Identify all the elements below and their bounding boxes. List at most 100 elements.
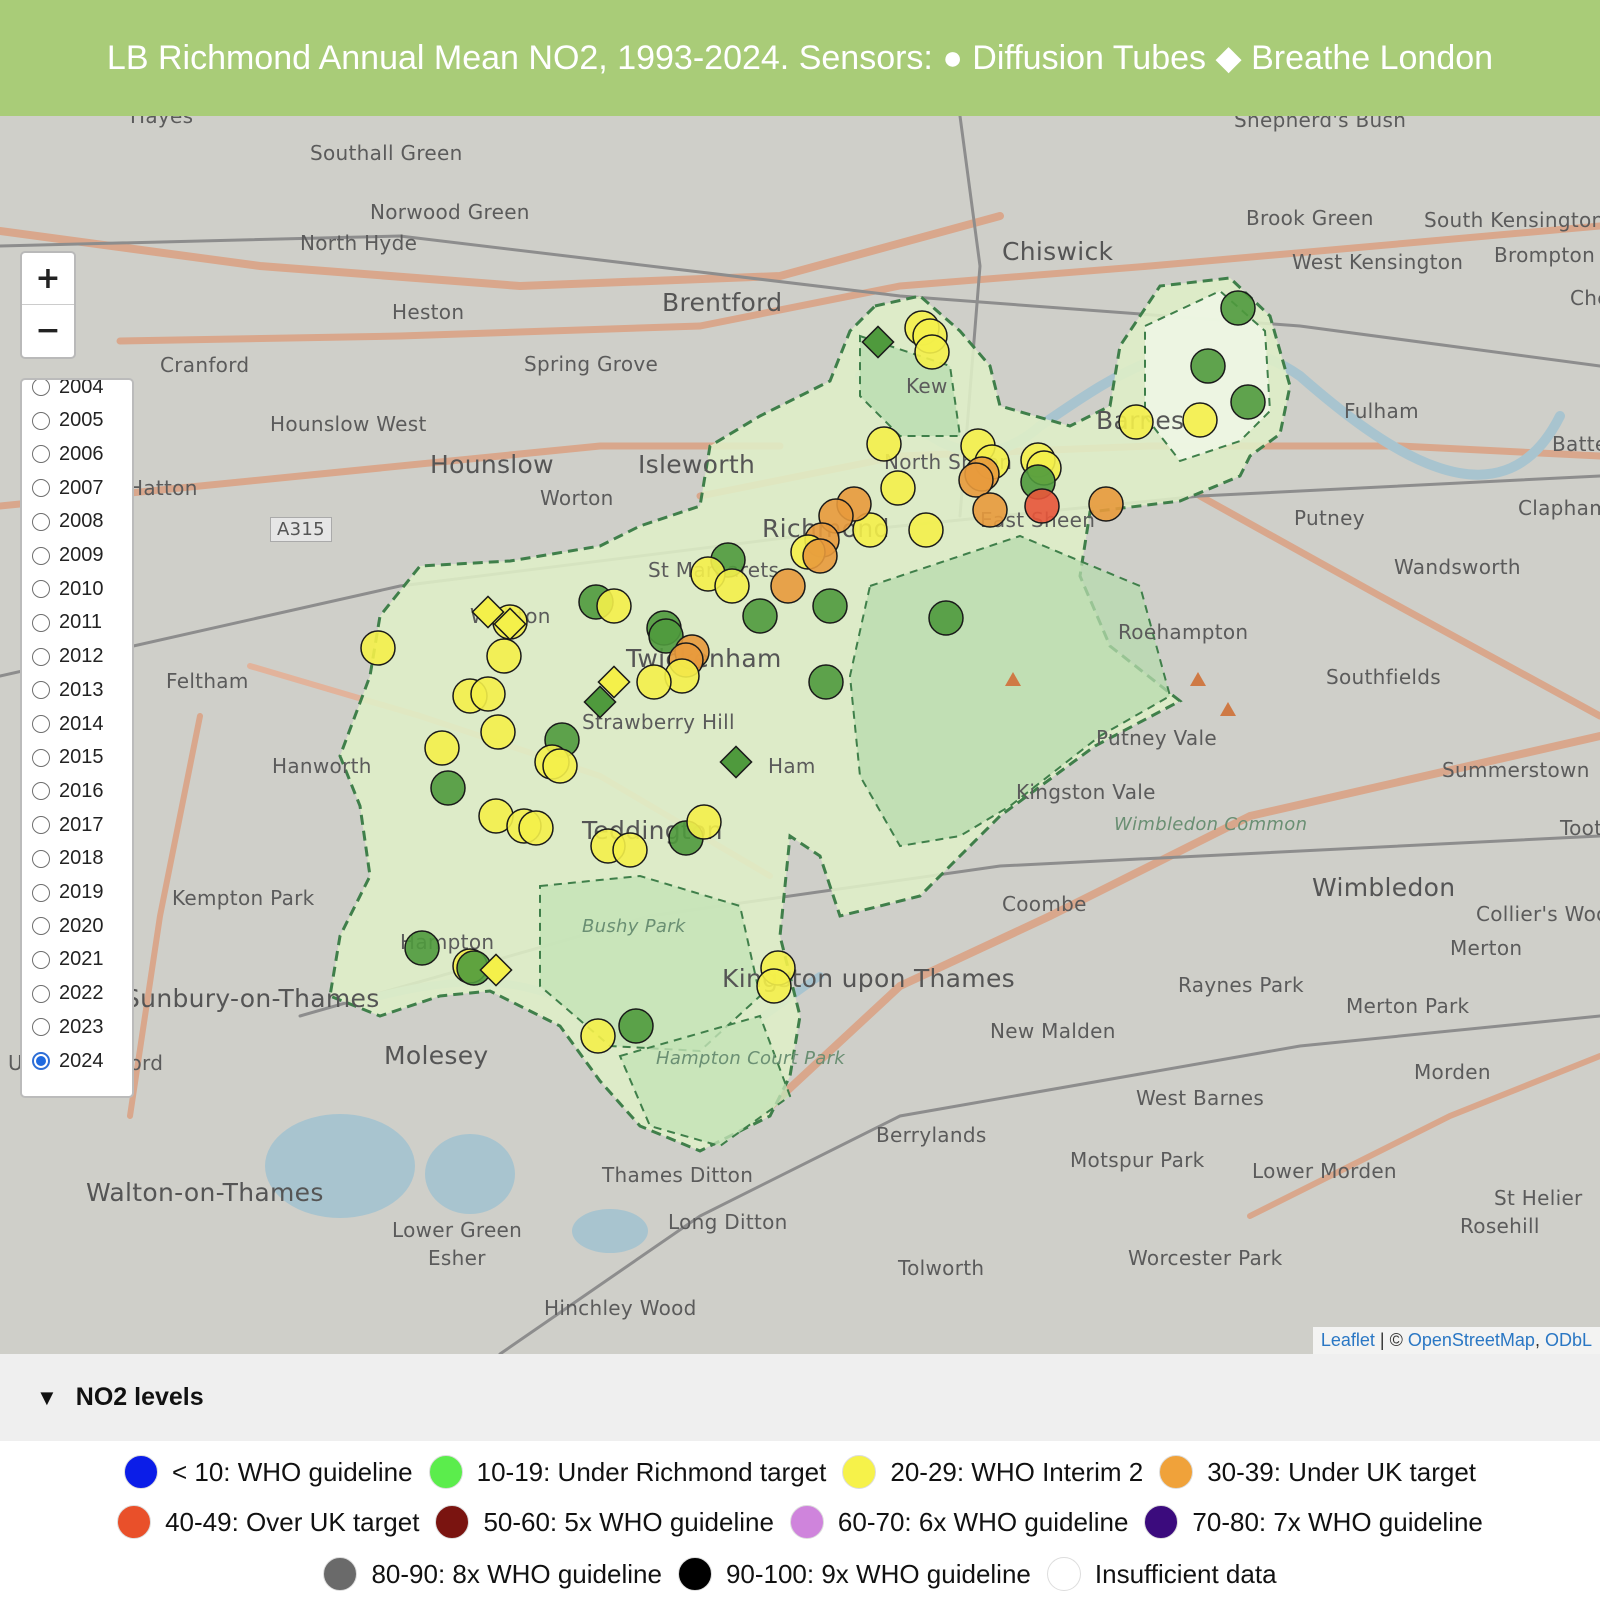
diffusion-tube-marker[interactable] — [360, 630, 396, 666]
year-option-2016[interactable]: 2016 — [32, 776, 104, 806]
radio-icon[interactable] — [32, 380, 50, 396]
leaflet-link[interactable]: Leaflet — [1321, 1330, 1375, 1350]
radio-icon[interactable] — [32, 782, 50, 801]
diffusion-tube-marker[interactable] — [430, 770, 466, 806]
year-option-2005[interactable]: 2005 — [32, 406, 104, 436]
radio-icon[interactable] — [32, 479, 50, 498]
year-option-2021[interactable]: 2021 — [32, 945, 104, 975]
breathe-london-marker[interactable] — [861, 325, 895, 359]
diffusion-tube-marker[interactable] — [470, 676, 506, 712]
diffusion-tube-marker[interactable] — [1024, 488, 1060, 524]
diffusion-tube-marker[interactable] — [908, 512, 944, 548]
diffusion-tube-marker[interactable] — [1088, 486, 1124, 522]
diffusion-tube-marker[interactable] — [808, 664, 844, 700]
zoom-out-button[interactable]: − — [22, 305, 74, 356]
diffusion-tube-marker[interactable] — [928, 600, 964, 636]
diffusion-tube-marker[interactable] — [1230, 384, 1266, 420]
diffusion-tube-marker[interactable] — [518, 810, 554, 846]
radio-icon[interactable] — [32, 748, 50, 767]
osm-link[interactable]: OpenStreetMap — [1408, 1330, 1535, 1350]
odbl-link[interactable]: ODbL — [1545, 1330, 1592, 1350]
year-option-2023[interactable]: 2023 — [32, 1012, 104, 1042]
diffusion-tube-marker[interactable] — [972, 492, 1008, 528]
radio-icon[interactable] — [32, 849, 50, 868]
diffusion-tube-marker[interactable] — [424, 730, 460, 766]
year-label: 2019 — [59, 881, 104, 903]
diffusion-tube-marker[interactable] — [812, 588, 848, 624]
zoom-in-button[interactable]: + — [22, 253, 74, 305]
legend-swatch-icon — [435, 1505, 470, 1539]
map-view[interactable]: Hayes Southall Green Norwood Green North Hy… — [0, 116, 1600, 1354]
radio-icon[interactable] — [32, 715, 50, 733]
diffusion-tube-marker[interactable] — [542, 748, 578, 784]
year-option-2008[interactable]: 2008 — [32, 507, 104, 537]
year-option-2020[interactable]: 2020 — [32, 911, 104, 941]
diffusion-tube-marker[interactable] — [1220, 290, 1256, 326]
diffusion-tube-marker[interactable] — [756, 968, 792, 1004]
radio-icon[interactable] — [32, 917, 50, 936]
year-option-2018[interactable]: 2018 — [32, 844, 104, 874]
legend-swatch-icon — [428, 1455, 463, 1489]
year-selector[interactable]: 2004 2005 2006 2007 2008 2009 2010 2011 2012 2013… — [20, 378, 134, 1098]
legend-item: 50-60: 5x WHO guideline — [435, 1505, 774, 1539]
year-option-2007[interactable]: 2007 — [32, 473, 104, 503]
sensor-markers[interactable] — [0, 116, 1600, 1354]
diffusion-tube-marker[interactable] — [714, 568, 750, 604]
radio-icon[interactable] — [32, 546, 50, 565]
legend-toggle[interactable]: ▼ NO2 levels — [0, 1354, 1600, 1441]
radio-icon[interactable] — [32, 984, 50, 1003]
radio-icon[interactable] — [32, 613, 50, 632]
radio-icon[interactable] — [32, 816, 50, 835]
diffusion-tube-marker[interactable] — [880, 470, 916, 506]
diffusion-tube-marker[interactable] — [1190, 348, 1226, 384]
radio-icon[interactable] — [32, 1052, 50, 1070]
radio-icon[interactable] — [32, 883, 50, 902]
diffusion-tube-marker[interactable] — [958, 462, 994, 498]
diffusion-tube-marker[interactable] — [480, 714, 516, 750]
year-label: 2015 — [59, 746, 104, 769]
year-option-2011[interactable]: 2011 — [32, 608, 102, 638]
diffusion-tube-marker[interactable] — [802, 538, 838, 574]
legend-label: 10-19: Under Richmond target — [476, 1456, 827, 1487]
year-option-2010[interactable]: 2010 — [32, 574, 104, 604]
diffusion-tube-marker[interactable] — [1118, 404, 1154, 440]
diffusion-tube-marker[interactable] — [636, 664, 672, 700]
radio-icon[interactable] — [32, 580, 50, 599]
year-option-2012[interactable]: 2012 — [32, 642, 104, 672]
diffusion-tube-marker[interactable] — [742, 598, 778, 634]
year-option-2009[interactable]: 2009 — [32, 541, 104, 571]
year-option-2004[interactable]: 2004 — [32, 380, 104, 402]
zoom-control[interactable]: + − — [20, 251, 76, 359]
year-option-2019[interactable]: 2019 — [32, 878, 104, 908]
diffusion-tube-marker[interactable] — [612, 832, 648, 868]
diffusion-tube-marker[interactable] — [866, 426, 902, 462]
radio-icon[interactable] — [32, 647, 50, 666]
radio-icon[interactable] — [32, 681, 50, 700]
diffusion-tube-marker[interactable] — [596, 588, 632, 624]
radio-icon[interactable] — [32, 512, 50, 531]
year-option-2022[interactable]: 2022 — [32, 979, 104, 1009]
legend-item: 90-100: 9x WHO guideline — [677, 1557, 1031, 1591]
diffusion-tube-marker[interactable] — [580, 1018, 616, 1054]
diffusion-tube-marker[interactable] — [486, 638, 522, 674]
year-option-2006[interactable]: 2006 — [32, 439, 104, 469]
year-label: 2005 — [59, 409, 104, 432]
year-option-2014[interactable]: 2014 — [32, 709, 104, 739]
year-option-2013[interactable]: 2013 — [32, 675, 104, 705]
diffusion-tube-marker[interactable] — [618, 1008, 654, 1044]
year-option-2015[interactable]: 2015 — [32, 743, 104, 773]
diffusion-tube-marker[interactable] — [404, 930, 440, 966]
year-option-2024[interactable]: 2024 — [32, 1046, 104, 1076]
radio-icon[interactable] — [32, 411, 50, 430]
diffusion-tube-marker[interactable] — [770, 568, 806, 604]
diffusion-tube-marker[interactable] — [1182, 402, 1218, 438]
map-attribution: Leaflet | © OpenStreetMap, ODbL — [1312, 1327, 1600, 1354]
legend-swatch-icon — [123, 1455, 158, 1489]
radio-icon[interactable] — [32, 1018, 50, 1037]
diffusion-tube-marker[interactable] — [914, 334, 950, 370]
year-option-2017[interactable]: 2017 — [32, 810, 104, 840]
diffusion-tube-marker[interactable] — [686, 804, 722, 840]
radio-icon[interactable] — [32, 445, 50, 464]
radio-icon[interactable] — [32, 950, 50, 969]
breathe-london-marker[interactable] — [719, 745, 753, 779]
